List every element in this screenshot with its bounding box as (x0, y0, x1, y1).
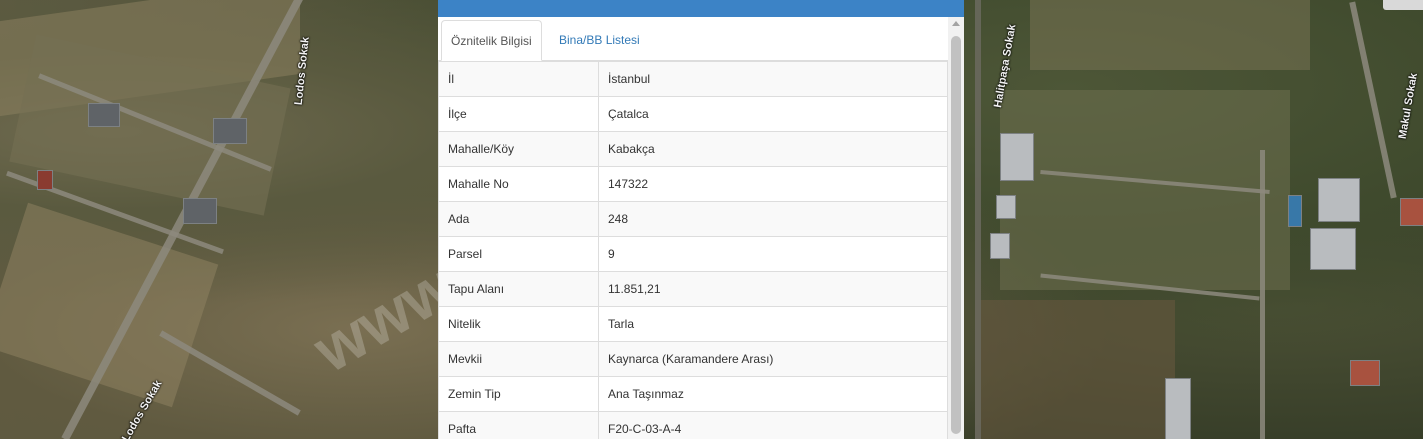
row-value: Kabakça (598, 131, 948, 167)
tab-building-list[interactable]: Bina/BB Listesi (550, 20, 649, 61)
row-value: Çatalca (598, 96, 948, 132)
row-key: Pafta (438, 411, 599, 439)
map-building (37, 170, 53, 190)
row-value: İstanbul (598, 61, 948, 97)
map-building (1400, 198, 1423, 226)
table-row: Mahalle/Köy Kabakça (438, 131, 948, 167)
row-value: Tarla (598, 306, 948, 342)
attribute-panel: Öznitelik Bilgisi Bina/BB Listesi İl İsta… (438, 0, 964, 439)
table-row: İl İstanbul (438, 61, 948, 97)
map-building (1165, 378, 1191, 439)
table-row: İlçe Çatalca (438, 96, 948, 132)
table-row: Nitelik Tarla (438, 306, 948, 342)
panel-header (438, 0, 964, 17)
scroll-thumb[interactable] (951, 36, 961, 434)
row-value: 147322 (598, 166, 948, 202)
table-row: Tapu Alanı 11.851,21 (438, 271, 948, 307)
row-key: Zemin Tip (438, 376, 599, 412)
row-key: Mahalle/Köy (438, 131, 599, 167)
row-value: Ana Taşınmaz (598, 376, 948, 412)
map-road (1260, 150, 1265, 439)
row-key: Mevkii (438, 341, 599, 377)
row-key: Mahalle No (438, 166, 599, 202)
row-key: Parsel (438, 236, 599, 272)
map-field (0, 202, 219, 408)
map-field (1030, 0, 1310, 70)
tab-attribute-info[interactable]: Öznitelik Bilgisi (441, 20, 542, 61)
map-building (1000, 133, 1034, 181)
table-row: Mevkii Kaynarca (Karamandere Arası) (438, 341, 948, 377)
map-building (1350, 360, 1380, 386)
row-key: İlçe (438, 96, 599, 132)
table-row: Parsel 9 (438, 236, 948, 272)
map-building (213, 118, 247, 144)
map-building (990, 233, 1010, 259)
row-value: 9 (598, 236, 948, 272)
map-building (1318, 178, 1360, 222)
row-key: Tapu Alanı (438, 271, 599, 307)
vertical-scrollbar[interactable] (948, 17, 964, 439)
table-row: Pafta F20-C-03-A-4 (438, 411, 948, 439)
row-value: Kaynarca (Karamandere Arası) (598, 341, 948, 377)
map-building (996, 195, 1016, 219)
map-control-button[interactable] (1383, 0, 1423, 10)
scroll-up-arrow-icon[interactable] (952, 21, 960, 26)
table-row: Ada 248 (438, 201, 948, 237)
tab-bar: Öznitelik Bilgisi Bina/BB Listesi (438, 17, 948, 61)
map-field (975, 300, 1175, 439)
row-value: F20-C-03-A-4 (598, 411, 948, 439)
attribute-table: İl İstanbul İlçe Çatalca Mahalle/Köy Kabakç… (438, 61, 948, 439)
map-building (88, 103, 120, 127)
table-row: Mahalle No 147322 (438, 166, 948, 202)
map-building (1310, 228, 1356, 270)
map-building (1288, 195, 1302, 227)
map-road (1349, 1, 1397, 199)
map-building (183, 198, 217, 224)
row-value: 11.851,21 (598, 271, 948, 307)
row-key: Nitelik (438, 306, 599, 342)
row-key: Ada (438, 201, 599, 237)
row-key: İl (438, 61, 599, 97)
street-label: Makul Sokak (1396, 72, 1421, 140)
row-value: 248 (598, 201, 948, 237)
table-row: Zemin Tip Ana Taşınmaz (438, 376, 948, 412)
map-road (975, 0, 981, 439)
